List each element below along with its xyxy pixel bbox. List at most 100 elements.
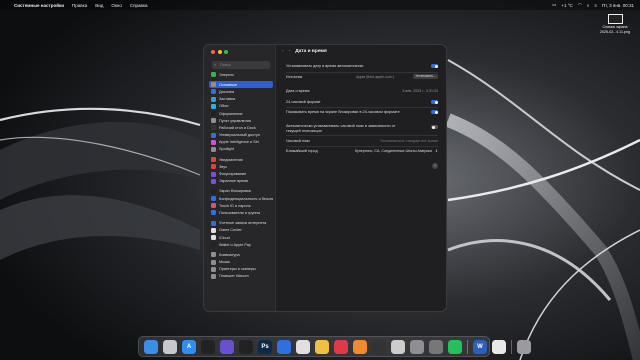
sidebar: ⌕ Поиск Энергия Основные Дисплеи Заставка Об…: [204, 45, 276, 311]
wifi-icon[interactable]: ◠: [578, 2, 582, 8]
sidebar-item-label: Wallet и Apple Pay: [219, 242, 251, 247]
auto-tz-toggle[interactable]: [431, 125, 438, 129]
sidebar-item-icon: [211, 89, 216, 95]
dock-app-icon[interactable]: [410, 339, 424, 354]
sidebar-item[interactable]: Звук: [209, 163, 273, 170]
forward-icon[interactable]: ›: [289, 49, 291, 54]
menu-view[interactable]: Вид: [95, 3, 103, 8]
sidebar-item-icon: [211, 164, 216, 170]
sidebar-item[interactable]: Планшет Wacom: [209, 273, 273, 280]
auto-tz-label: Автоматически устанавливать часовой пояс…: [286, 124, 396, 133]
sidebar-item-icon: [211, 111, 216, 117]
sidebar-item[interactable]: Пользователи и группы: [209, 209, 273, 216]
dock-app-icon[interactable]: [201, 339, 215, 354]
sidebar-item-label: Обои: [219, 104, 229, 109]
h24-label: 24-часовой формат: [286, 100, 321, 104]
dock-app-icon[interactable]: [391, 339, 405, 354]
dock-app-icon[interactable]: [353, 339, 367, 354]
menu-window[interactable]: Окно: [111, 3, 121, 8]
menu-edit[interactable]: Правка: [72, 3, 87, 8]
dock-app-icon[interactable]: [492, 339, 506, 354]
auto-date-row: Устанавливать дату и время автоматически: [286, 64, 438, 68]
dock-app-icon[interactable]: [220, 339, 234, 354]
sidebar-item[interactable]: Экран блокировки: [209, 188, 273, 195]
auto-date-toggle[interactable]: [431, 64, 438, 68]
dock-app-icon[interactable]: [163, 339, 177, 354]
weather-temp[interactable]: +1 °C: [561, 3, 572, 8]
sidebar-item[interactable]: Пункт управления: [209, 117, 273, 124]
dock-app-icon[interactable]: A: [182, 339, 196, 354]
sidebar-item-icon: [211, 96, 216, 102]
control-center-icon[interactable]: ≡: [594, 3, 597, 8]
chevron-updown-icon[interactable]: ⇕: [435, 149, 438, 153]
sidebar-item[interactable]: Touch ID и пароль: [209, 202, 273, 209]
dock-app-icon[interactable]: [144, 339, 158, 354]
set-button[interactable]: Установить...: [413, 74, 438, 79]
sidebar-item-icon: [211, 146, 216, 152]
dock-app-icon[interactable]: [296, 339, 310, 354]
h24-toggle[interactable]: [431, 100, 438, 104]
dock-app-icon[interactable]: [429, 339, 443, 354]
tz-value: Тихоокеанское стандартное время: [379, 139, 438, 143]
back-icon[interactable]: ‹: [282, 49, 284, 54]
sidebar-item-icon: [211, 132, 216, 138]
sidebar-item[interactable]: iCloud: [209, 234, 273, 241]
menu-app-name[interactable]: Системные настройки: [14, 3, 64, 8]
zoom-button[interactable]: [224, 50, 228, 54]
sidebar-item[interactable]: Универсальный доступ: [209, 132, 273, 139]
sidebar-item[interactable]: Рабочий стол и Dock: [209, 124, 273, 131]
close-button[interactable]: [211, 50, 215, 54]
sidebar-item-icon: [211, 188, 216, 194]
sidebar-item-icon: [211, 266, 216, 272]
sidebar-item[interactable]: Уведомления: [209, 156, 273, 163]
sidebar-item[interactable]: Энергия: [209, 71, 273, 78]
settings-window: ⌕ Поиск Энергия Основные Дисплеи Заставка Об…: [203, 44, 447, 312]
sidebar-item[interactable]: Дисплеи: [209, 88, 273, 95]
dock-app-icon[interactable]: [448, 339, 462, 354]
h24-row: 24-часовой формат: [286, 100, 438, 104]
sidebar-item[interactable]: Оформление: [209, 110, 273, 117]
dock-app-icon[interactable]: [239, 339, 253, 354]
city-value[interactable]: Купертино, CA, Соединенные Штаты Америки: [355, 149, 432, 153]
sidebar-item[interactable]: Принтеры и сканеры: [209, 266, 273, 273]
search-input[interactable]: ⌕ Поиск: [212, 61, 270, 69]
sidebar-item[interactable]: Мышь: [209, 259, 273, 266]
dock-app-icon[interactable]: [277, 339, 291, 354]
sidebar-item[interactable]: Основные: [209, 81, 273, 89]
sidebar-item[interactable]: Обои: [209, 103, 273, 110]
menu-clock[interactable]: Пт, 3 янв. 00:31: [602, 3, 634, 8]
dock-app-icon[interactable]: Ps: [258, 339, 272, 354]
menu-help[interactable]: Справка: [130, 3, 148, 8]
tz-label: Часовой пояс: [286, 139, 311, 143]
sidebar-item[interactable]: Game Center: [209, 227, 273, 234]
search-icon[interactable]: ⌕: [587, 3, 590, 8]
sidebar-item[interactable]: Apple Intelligence и Siri: [209, 139, 273, 146]
dock-app-icon[interactable]: W: [473, 339, 487, 354]
sidebar-item-icon: [211, 235, 216, 241]
sidebar-item-label: Apple Intelligence и Siri: [219, 140, 259, 145]
dock-app-icon[interactable]: [372, 339, 386, 354]
sidebar-item[interactable]: Учетные записи интернета: [209, 220, 273, 227]
sidebar-item[interactable]: Заставка: [209, 96, 273, 103]
sidebar-item[interactable]: Конфиденциальность и безопасность: [209, 195, 273, 202]
dock-app-icon[interactable]: [517, 339, 531, 354]
minimize-button[interactable]: [217, 50, 222, 54]
window-controls: [211, 50, 228, 54]
sidebar-item[interactable]: Фокусирование: [209, 170, 273, 177]
dock-app-icon[interactable]: [315, 339, 329, 354]
sidebar-item[interactable]: Клавиатура: [209, 251, 273, 258]
sidebar-item[interactable]: Экранное время: [209, 178, 273, 185]
sidebar-item[interactable]: Wallet и Apple Pay: [209, 241, 273, 248]
help-button[interactable]: ?: [432, 163, 438, 169]
sidebar-item[interactable]: Spotlight: [209, 146, 273, 153]
sidebar-item-label: Оформление: [219, 111, 243, 116]
sidebar-item-label: Принтеры и сканеры: [219, 267, 256, 272]
city-row: Ближайший город Купертино, CA, Соединенн…: [286, 149, 438, 153]
lockscreen24-row: Показывать время на экране блокировки в …: [286, 110, 438, 114]
dock-app-icon[interactable]: [334, 339, 348, 354]
desktop-file-screenshot[interactable]: Снимок экрана 2025-02...4.11.png: [600, 14, 630, 36]
battery-icon[interactable]: ▭: [552, 2, 556, 8]
lockscreen24-toggle[interactable]: [431, 110, 438, 114]
lockscreen24-label: Показывать время на экране блокировки в …: [286, 110, 400, 114]
sidebar-item-label: Мышь: [219, 260, 230, 265]
